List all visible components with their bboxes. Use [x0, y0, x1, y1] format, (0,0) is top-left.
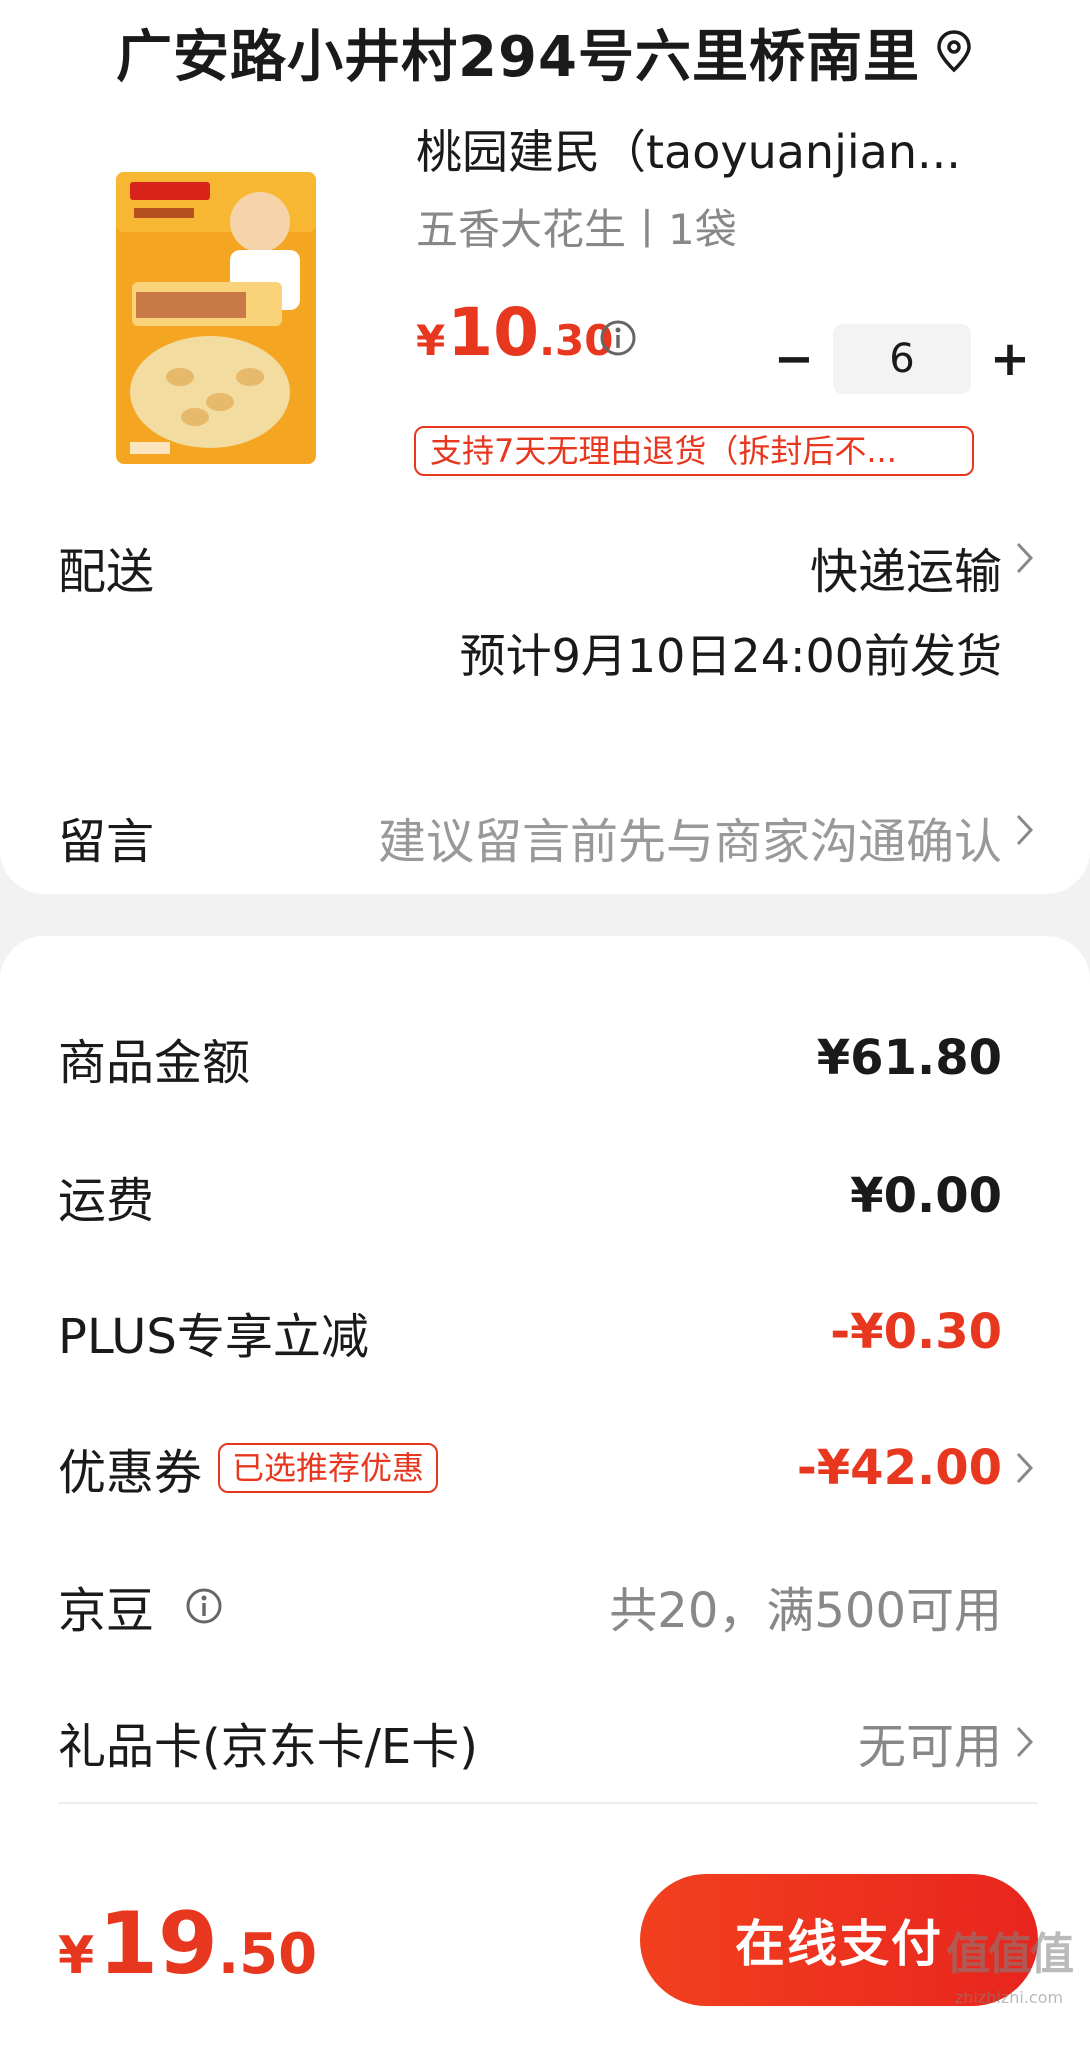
- delivery-address[interactable]: 广安路小井村294号六里桥南里: [116, 12, 920, 93]
- return-policy-badge: 支持7天无理由退货（拆封后不...: [414, 426, 974, 476]
- total-integer: 19: [98, 1894, 218, 1994]
- price-currency: ¥: [416, 316, 446, 365]
- delivery-method[interactable]: 快递运输: [810, 532, 1002, 602]
- gift-card-value[interactable]: 无可用: [858, 1702, 1002, 1782]
- gift-card-row[interactable]: 礼品卡(京东卡/E卡) 无可用: [0, 1702, 1090, 1782]
- info-icon[interactable]: [184, 1586, 224, 1626]
- watermark-url: zhizhizhi.com: [954, 1988, 1064, 2007]
- shipping-value: ¥0.00: [850, 1168, 1002, 1224]
- quantity-stepper: − 6 +: [772, 324, 1032, 394]
- delivery-eta: 预计9月10日24:00前发货: [459, 629, 1002, 683]
- coupon-selected-badge: 已选推荐优惠: [218, 1443, 439, 1493]
- goods-amount-value: ¥61.80: [816, 1030, 1002, 1086]
- address-bar[interactable]: 广安路小井村294号六里桥南里: [0, 0, 1090, 104]
- delivery-label: 配送: [58, 544, 155, 600]
- quantity-input[interactable]: 6: [833, 324, 971, 394]
- jd-beans-value: 共20，满500可用: [609, 1583, 1002, 1639]
- message-label: 留言: [58, 814, 155, 870]
- watermark-logo: 值值值 zhizhizhi.com: [944, 1918, 1074, 2028]
- increase-quantity-button[interactable]: +: [988, 324, 1032, 394]
- goods-amount-row: 商品金额 ¥61.80: [0, 1018, 1090, 1098]
- total-price: ¥ 19 .50: [58, 1894, 317, 1994]
- total-currency: ¥: [58, 1926, 95, 1986]
- plus-discount-label: PLUS专享立减: [58, 1309, 369, 1365]
- price-integer: 10: [447, 294, 540, 371]
- message-input[interactable]: 建议留言前先与商家沟通确认: [378, 802, 1002, 872]
- goods-amount-label: 商品金额: [58, 1035, 251, 1091]
- checkout-bar: ¥ 19 .50 在线支付: [0, 1848, 1090, 2048]
- plus-discount-row: PLUS专享立减 -¥0.30: [0, 1292, 1090, 1372]
- chevron-right-icon[interactable]: [1014, 540, 1036, 576]
- coupon-label-wrap: 优惠券 已选推荐优惠: [58, 1428, 439, 1508]
- location-pin-icon: [937, 30, 971, 73]
- product-thumbnail[interactable]: [110, 162, 322, 474]
- coupon-value[interactable]: -¥42.00: [797, 1428, 1002, 1508]
- product-price: ¥ 10 .30: [416, 294, 614, 371]
- coupon-label: 优惠券: [58, 1445, 203, 1501]
- shipping-label: 运费: [58, 1173, 155, 1229]
- order-item-card: 桃园建民（taoyuanjian... 五香大花生丨1袋 ¥ 10 .30 − …: [0, 104, 1090, 894]
- decrease-quantity-button[interactable]: −: [772, 324, 816, 394]
- checkout-page: 广安路小井村294号六里桥南里 桃园建民（taoyuanjian... 五香大花…: [0, 0, 1090, 2048]
- coupon-row[interactable]: 优惠券 已选推荐优惠 -¥42.00: [0, 1428, 1090, 1508]
- product-spec: 五香大花生丨1袋: [416, 205, 737, 254]
- watermark-text: 值值值: [946, 1929, 1074, 1980]
- product-title[interactable]: 桃园建民（taoyuanjian...: [416, 116, 1036, 182]
- jd-beans-label: 京豆: [58, 1583, 155, 1639]
- chevron-right-icon[interactable]: [1014, 1724, 1036, 1760]
- total-decimal: .50: [217, 1922, 318, 1987]
- chevron-right-icon[interactable]: [1014, 812, 1036, 848]
- gift-card-label: 礼品卡(京东卡/E卡): [58, 1719, 478, 1775]
- chevron-right-icon[interactable]: [1014, 1450, 1036, 1486]
- plus-discount-value: -¥0.30: [830, 1304, 1002, 1360]
- divider: [58, 1802, 1038, 1804]
- price-info-icon[interactable]: [598, 318, 638, 358]
- jd-beans-row: 京豆 共20，满500可用: [0, 1566, 1090, 1646]
- jd-beans-label-wrap: 京豆: [58, 1566, 224, 1646]
- shipping-row: 运费 ¥0.00: [0, 1156, 1090, 1236]
